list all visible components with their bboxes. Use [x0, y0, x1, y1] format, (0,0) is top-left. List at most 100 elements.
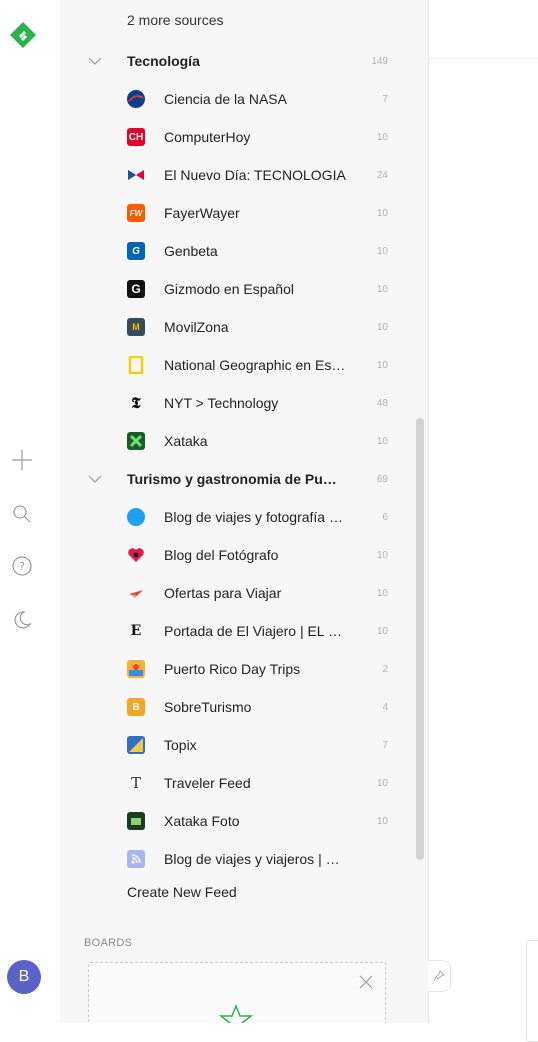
xataka-icon — [127, 432, 145, 450]
help-icon[interactable]: ? — [10, 554, 34, 578]
boards-heading: BOARDS — [84, 937, 133, 949]
feed-row[interactable]: E Portada de El Viajero | EL … 10 — [60, 612, 428, 650]
chevron-down-icon[interactable] — [88, 472, 102, 486]
feed-row[interactable]: CH ComputerHoy 10 — [60, 118, 428, 156]
unread-count: 10 — [376, 625, 388, 637]
feed-name: ComputerHoy — [164, 129, 251, 145]
feed-name: Ciencia de la NASA — [164, 91, 287, 107]
unread-count: 7 — [382, 93, 388, 105]
avatar-initial: B — [18, 968, 30, 985]
unread-count: 10 — [376, 587, 388, 599]
night-mode-icon[interactable] — [10, 608, 34, 632]
create-new-feed-link[interactable]: Create New Feed — [127, 884, 237, 900]
feed-row[interactable]: Xataka 10 — [60, 422, 428, 460]
feed-name: Topix — [164, 737, 197, 753]
sobreturismo-icon: B — [127, 698, 145, 716]
unread-count: 10 — [376, 131, 388, 143]
feed-row[interactable]: El Nuevo Día: TECNOLOGIA 24 — [60, 156, 428, 194]
unread-count: 69 — [376, 473, 388, 485]
content-card — [526, 940, 538, 1042]
xataka-foto-icon — [127, 812, 145, 830]
feed-name: Blog de viajes y fotografía … — [164, 509, 343, 525]
feed-name: Ofertas para Viajar — [164, 585, 282, 601]
feed-row[interactable]: M MovilZona 10 — [60, 308, 428, 346]
feed-row[interactable]: National Geographic en Es… 10 — [60, 346, 428, 384]
unread-count: 24 — [376, 169, 388, 181]
feed-name: MovilZona — [164, 319, 229, 335]
el-nuevo-dia-icon — [127, 166, 145, 184]
traveler-icon: T — [130, 774, 141, 792]
svg-text:?: ? — [19, 560, 25, 573]
unread-count: 10 — [376, 283, 388, 295]
el-pais-icon: E — [130, 623, 142, 639]
category-name: Tecnología — [127, 53, 200, 69]
feed-name: Xataka Foto — [164, 813, 240, 829]
computerhoy-icon: CH — [127, 128, 145, 146]
category-row-turismo[interactable]: Turismo y gastronomia de Pu… 69 — [60, 460, 428, 498]
feed-name: Portada de El Viajero | EL … — [164, 623, 342, 639]
topix-icon — [127, 736, 145, 754]
unread-count: 10 — [376, 207, 388, 219]
feed-row[interactable]: Puerto Rico Day Trips 2 — [60, 650, 428, 688]
blue-circle-icon — [127, 508, 145, 526]
unread-count: 2 — [382, 663, 388, 675]
chevron-down-icon[interactable] — [88, 54, 102, 68]
genbeta-icon: G — [127, 242, 145, 260]
unread-count: 10 — [376, 549, 388, 561]
boards-promo-card[interactable] — [88, 962, 386, 1023]
unread-count: 4 — [382, 701, 388, 713]
unread-count: 48 — [376, 397, 388, 409]
unread-count: 149 — [371, 55, 388, 67]
feed-row[interactable]: 𝕿 NYT > Technology 48 — [60, 384, 428, 422]
feed-row[interactable]: Topix 7 — [60, 726, 428, 764]
avatar[interactable]: B — [7, 960, 41, 994]
unread-count: 10 — [376, 777, 388, 789]
feed-row[interactable]: Blog de viajes y viajeros | … — [60, 840, 428, 878]
feed-name: El Nuevo Día: TECNOLOGIA — [164, 167, 346, 183]
feed-row[interactable]: G Gizmodo en Español 10 — [60, 270, 428, 308]
feed-name: Xataka — [164, 433, 208, 449]
feed-name: SobreTurismo — [164, 699, 252, 715]
feed-row[interactable]: Ciencia de la NASA 7 — [60, 80, 428, 118]
add-icon[interactable] — [10, 448, 34, 472]
heart-camera-icon — [127, 546, 145, 564]
search-icon[interactable] — [10, 502, 34, 526]
nasa-icon — [127, 90, 145, 108]
feed-name: Blog del Fotógrafo — [164, 547, 279, 563]
unread-count: 7 — [382, 739, 388, 751]
unread-count: 10 — [376, 245, 388, 257]
unread-count: 10 — [376, 321, 388, 333]
star-icon — [219, 1003, 253, 1023]
feed-row[interactable]: Blog de viajes y fotografía … 6 — [60, 498, 428, 536]
scrollbar[interactable] — [416, 418, 424, 860]
unread-count: 10 — [376, 359, 388, 371]
feed-row[interactable]: Xataka Foto 10 — [60, 802, 428, 840]
category-row-tecnologia[interactable]: Tecnología 149 — [60, 42, 428, 80]
feed-name: NYT > Technology — [164, 395, 279, 411]
feed-row[interactable]: B SobreTurismo 4 — [60, 688, 428, 726]
feeds-panel: 2 more sources Tecnología 149 Ciencia de… — [60, 0, 429, 1023]
feed-name: FayerWayer — [164, 205, 240, 221]
close-icon[interactable] — [359, 975, 373, 989]
fayerwayer-icon: FW — [127, 204, 145, 222]
feed-name: Puerto Rico Day Trips — [164, 661, 301, 677]
feed-row[interactable]: FW FayerWayer 10 — [60, 194, 428, 232]
more-sources-link[interactable]: 2 more sources — [127, 12, 223, 28]
feed-row[interactable]: Blog del Fotógrafo 10 — [60, 536, 428, 574]
pin-sidebar-button[interactable] — [428, 960, 451, 992]
pin-icon — [433, 970, 445, 982]
feedly-logo-icon[interactable] — [8, 20, 38, 50]
feed-row[interactable]: Ofertas para Viajar 10 — [60, 574, 428, 612]
natgeo-icon — [127, 356, 145, 374]
unread-count: 10 — [376, 435, 388, 447]
plane-icon — [127, 584, 145, 602]
prdaytrips-icon — [127, 660, 145, 678]
category-name: Turismo y gastronomia de Pu… — [127, 471, 337, 487]
feed-name: National Geographic en Es… — [164, 357, 346, 373]
header-divider — [428, 58, 538, 59]
feed-name: Blog de viajes y viajeros | … — [164, 851, 340, 867]
gizmodo-icon: G — [127, 280, 145, 298]
feed-row[interactable]: G Genbeta 10 — [60, 232, 428, 270]
feed-name: Gizmodo en Español — [164, 281, 294, 297]
feed-row[interactable]: T Traveler Feed 10 — [60, 764, 428, 802]
